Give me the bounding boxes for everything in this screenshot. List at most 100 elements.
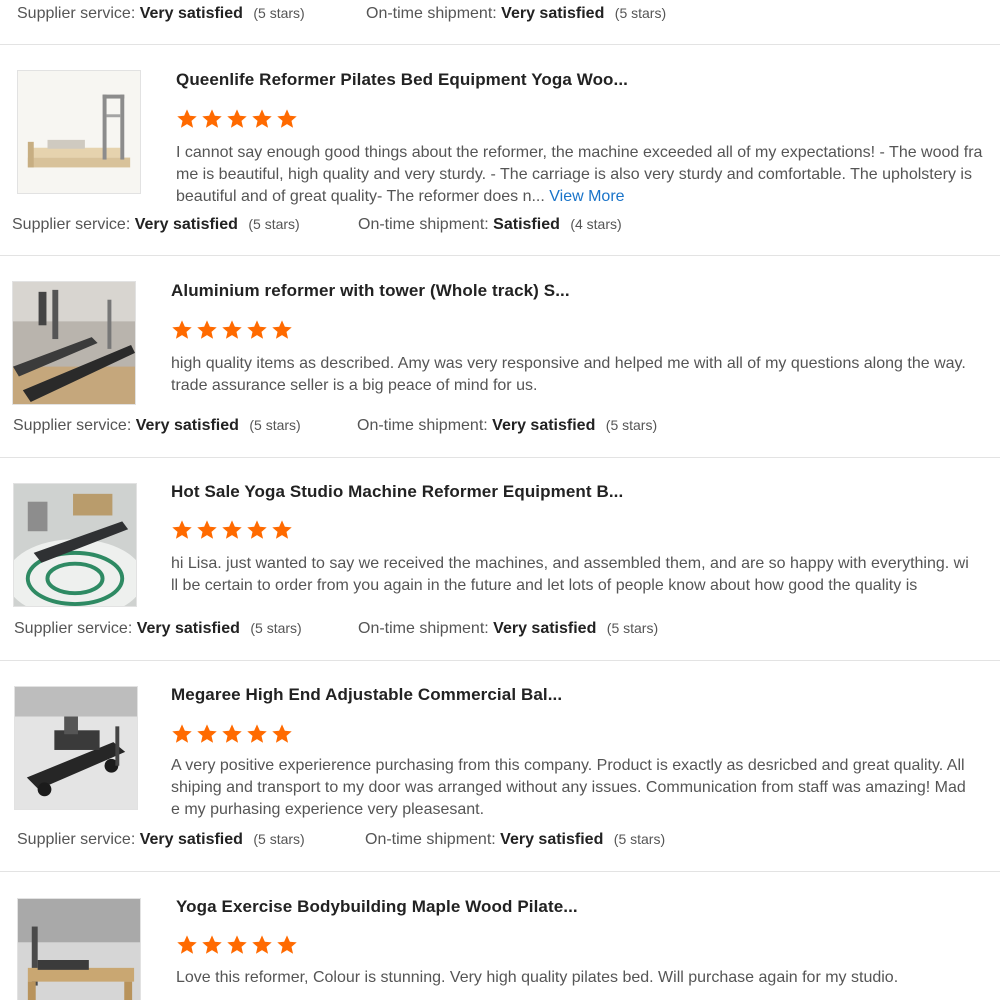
product-thumbnail[interactable] — [14, 686, 138, 810]
supplier-service-value: Very satisfied — [139, 5, 243, 22]
review-body: hi Lisa. just wanted to say we received … — [171, 555, 969, 594]
review-body: A very positive experierence purchasing … — [171, 757, 966, 818]
shipment-rating: On-time shipment: Very satisfied (5 star… — [365, 831, 665, 849]
star-icon — [272, 320, 292, 339]
rating-stars — [171, 519, 293, 541]
product-thumbnail[interactable] — [17, 898, 141, 1000]
supplier-service-label: Supplier service: — [17, 831, 136, 848]
star-icon — [247, 320, 267, 339]
rating-stars — [176, 934, 298, 956]
rating-row: Supplier service: Very satisfied (5 star… — [14, 620, 714, 642]
shipment-label: On-time shipment: — [365, 831, 496, 848]
shipment-label: On-time shipment: — [366, 5, 497, 22]
star-icon — [202, 109, 222, 128]
star-icon — [172, 724, 192, 743]
product-thumbnail[interactable] — [17, 70, 141, 194]
supplier-service-label: Supplier service: — [12, 216, 131, 233]
supplier-service-stars: (5 stars) — [248, 216, 300, 232]
supplier-service-stars: (5 stars) — [253, 5, 305, 21]
star-icon — [222, 724, 242, 743]
star-icon — [197, 520, 217, 539]
shipment-stars: (5 stars) — [605, 417, 658, 433]
shipment-stars: (4 stars) — [570, 216, 622, 232]
shipment-stars: (5 stars) — [614, 5, 667, 21]
star-icon — [272, 520, 292, 539]
rating-stars — [171, 723, 293, 745]
star-icon — [227, 109, 247, 128]
star-icon — [252, 935, 272, 954]
shipment-label: On-time shipment: — [358, 620, 489, 637]
shipment-stars: (5 stars) — [606, 620, 659, 636]
supplier-service-rating: Supplier service: Very satisfied (5 star… — [17, 831, 305, 849]
supplier-service-value: Very satisfied — [134, 216, 238, 233]
supplier-service-rating: Supplier service: Very satisfied (5 star… — [17, 5, 305, 23]
shipment-label: On-time shipment: — [357, 417, 488, 434]
supplier-service-value: Very satisfied — [136, 620, 240, 637]
reformer-machine-image — [14, 484, 136, 606]
star-icon — [222, 320, 242, 339]
shipment-value: Very satisfied — [501, 5, 605, 22]
star-icon — [172, 520, 192, 539]
supplier-service-stars: (5 stars) — [250, 620, 302, 636]
review-card: Megaree High End Adjustable Commercial B… — [0, 661, 1000, 871]
shipment-rating: On-time shipment: Very satisfied (5 star… — [366, 5, 666, 23]
shipment-value: Satisfied — [493, 216, 560, 233]
review-card: Aluminium reformer with tower (Whole tra… — [0, 256, 1000, 456]
rating-row: Supplier service: Very satisfied (5 star… — [12, 216, 712, 238]
product-title[interactable]: Megaree High End Adjustable Commercial B… — [171, 685, 562, 705]
shipment-value: Very satisfied — [493, 620, 597, 637]
star-icon — [202, 935, 222, 954]
supplier-service-stars: (5 stars) — [253, 831, 305, 847]
star-icon — [172, 320, 192, 339]
rating-stars — [176, 108, 298, 130]
top-rating-row: Supplier service: Very satisfied (5 star… — [17, 5, 717, 27]
reformer-studio-image — [13, 282, 135, 404]
review-body: high quality items as described. Amy was… — [171, 355, 966, 394]
shipment-rating: On-time shipment: Very satisfied (5 star… — [358, 620, 658, 638]
supplier-service-rating: Supplier service: Very satisfied (5 star… — [14, 620, 302, 638]
shipment-value: Very satisfied — [492, 417, 596, 434]
product-title[interactable]: Aluminium reformer with tower (Whole tra… — [171, 281, 570, 301]
supplier-service-label: Supplier service: — [17, 5, 136, 22]
supplier-service-stars: (5 stars) — [249, 417, 301, 433]
star-icon — [227, 935, 247, 954]
star-icon — [197, 320, 217, 339]
supplier-service-rating: Supplier service: Very satisfied (5 star… — [13, 417, 301, 435]
review-text: I cannot say enough good things about th… — [176, 142, 984, 208]
supplier-service-label: Supplier service: — [13, 417, 132, 434]
product-thumbnail[interactable] — [12, 281, 136, 405]
star-icon — [272, 724, 292, 743]
supplier-service-label: Supplier service: — [14, 620, 133, 637]
view-more-link[interactable]: View More — [549, 188, 624, 205]
star-icon — [247, 520, 267, 539]
rating-stars — [171, 319, 293, 341]
star-icon — [252, 109, 272, 128]
review-text: high quality items as described. Amy was… — [171, 353, 971, 397]
shipment-label: On-time shipment: — [358, 216, 489, 233]
review-text: hi Lisa. just wanted to say we received … — [171, 553, 971, 619]
rating-row: Supplier service: Very satisfied (5 star… — [17, 831, 717, 853]
star-icon — [177, 109, 197, 128]
product-thumbnail[interactable] — [13, 483, 137, 607]
review-text: A very positive experierence purchasing … — [171, 755, 971, 821]
review-body: Love this reformer, Colour is stunning. … — [176, 969, 899, 986]
star-icon — [277, 935, 297, 954]
product-title[interactable]: Queenlife Reformer Pilates Bed Equipment… — [176, 70, 628, 90]
star-icon — [277, 109, 297, 128]
reformer-maple-image — [18, 899, 140, 1000]
rating-row: Supplier service: Very satisfied (5 star… — [13, 417, 713, 439]
star-icon — [177, 935, 197, 954]
shipment-value: Very satisfied — [500, 831, 604, 848]
review-card: Hot Sale Yoga Studio Machine Reformer Eq… — [0, 458, 1000, 660]
review-card: Yoga Exercise Bodybuilding Maple Wood Pi… — [0, 872, 1000, 1000]
review-card: Queenlife Reformer Pilates Bed Equipment… — [0, 45, 1000, 255]
reformer-black-image — [15, 687, 137, 809]
product-title[interactable]: Hot Sale Yoga Studio Machine Reformer Eq… — [171, 482, 623, 502]
shipment-stars: (5 stars) — [613, 831, 666, 847]
supplier-service-value: Very satisfied — [135, 417, 239, 434]
star-icon — [197, 724, 217, 743]
supplier-service-value: Very satisfied — [139, 831, 243, 848]
product-title[interactable]: Yoga Exercise Bodybuilding Maple Wood Pi… — [176, 897, 578, 917]
shipment-rating: On-time shipment: Very satisfied (5 star… — [357, 417, 657, 435]
star-icon — [222, 520, 242, 539]
